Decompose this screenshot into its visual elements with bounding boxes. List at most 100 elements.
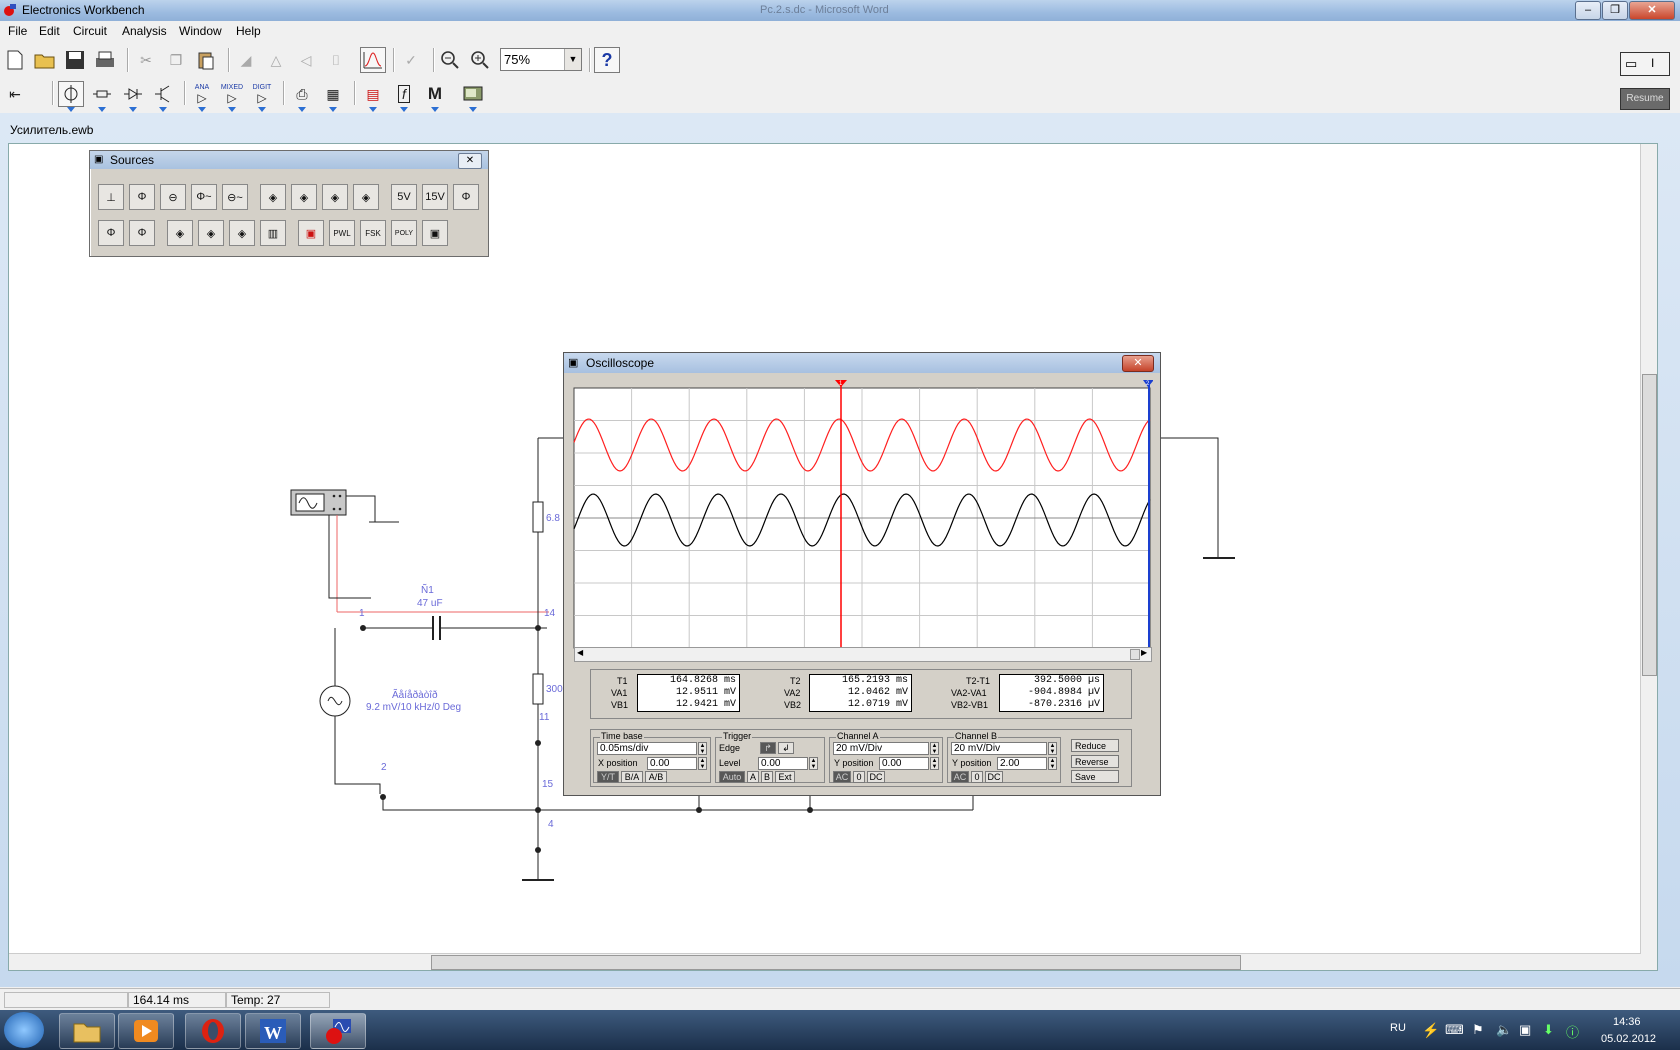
nonlinear-source-icon[interactable]: ▣ [422,220,448,246]
vc-triangle-oscillator-icon[interactable]: ◈ [229,220,255,246]
fsk-source-icon[interactable]: FSK [360,220,386,246]
zoom-out-icon[interactable] [437,47,463,73]
vertical-scrollbar-thumb[interactable] [1642,374,1657,676]
function-generator[interactable] [290,489,347,516]
channel-a-scale-spinner[interactable]: ▲ ▼ [930,742,939,755]
x-position-spinner[interactable]: ▲ ▼ [698,757,707,770]
menu-edit[interactable]: Edit [39,24,60,38]
open-folder-icon[interactable] [32,47,58,73]
flip-vertical-icon[interactable]: △ [263,47,289,73]
ground-icon[interactable]: ⊥ [98,184,124,210]
language-indicator[interactable]: RU [1390,1022,1406,1034]
timebase-spinner[interactable]: ▲ ▼ [698,742,707,755]
clock-source-icon[interactable]: Φ [453,184,479,210]
vertical-scrollbar[interactable] [1640,144,1657,970]
oscilloscope-scrollbar-thumb[interactable] [1130,649,1140,660]
ac-voltage-source-icon[interactable]: Φ~ [191,184,217,210]
channel-a-ac-button[interactable]: AC [833,771,851,783]
instruments-bin-icon[interactable] [460,81,486,107]
close-button[interactable]: ✕ [1629,1,1675,20]
vcvs-icon[interactable]: ◈ [260,184,286,210]
oscilloscope-screen[interactable]: 1 2 [571,379,1153,651]
analog-ics-bin-icon[interactable]: ANA ▷ [189,81,215,107]
trigger-level-spinner[interactable]: ▲ ▼ [809,757,818,770]
oscilloscope-close-button[interactable]: ✕ [1122,355,1154,372]
miscellaneous-bin-icon[interactable]: M [422,81,448,107]
taskbar-media-player[interactable] [118,1013,174,1049]
ac-current-source-icon[interactable]: ⊖~ [222,184,248,210]
menu-file[interactable]: File [8,24,27,38]
zoom-select[interactable]: 75% ▼ [500,48,582,71]
sources-palette-close-button[interactable]: ✕ [458,153,482,169]
copy-icon[interactable]: ❐ [163,47,189,73]
help-button[interactable]: ? [594,47,620,73]
vc-square-oscillator-icon[interactable]: ◈ [198,220,224,246]
scroll-right-icon[interactable]: ▶ [1141,648,1147,657]
controls-bin-icon[interactable]: f [391,81,417,107]
tray-flag-icon[interactable]: ⚑ [1472,1022,1484,1038]
trigger-b-button[interactable]: B [761,771,773,783]
pwl-source-icon[interactable]: PWL [329,220,355,246]
trigger-level-input[interactable]: 0.00 [758,757,808,770]
mixed-ics-bin-icon[interactable]: MIXED ▷ [219,81,245,107]
channel-b-scale-spinner[interactable]: ▲ ▼ [1048,742,1057,755]
tray-lightning-icon[interactable]: ⚡ [1422,1022,1439,1039]
logic-gates-bin-icon[interactable]: ⎙ [289,81,315,107]
basic-bin-icon[interactable] [89,81,115,107]
channel-b-zero-button[interactable]: 0 [971,771,983,783]
horizontal-scrollbar-thumb[interactable] [431,955,1241,970]
chevron-down-icon[interactable]: ▼ [564,49,581,70]
component-properties-icon[interactable]: ⌷ [323,47,349,73]
tray-keyboard-icon[interactable]: ⌨ [1445,1022,1464,1038]
parts-bin-toggle-icon[interactable]: ⇤ [2,81,28,107]
yt-mode-button[interactable]: Y/T [597,771,619,783]
trigger-a-button[interactable]: A [747,771,759,783]
reduce-button[interactable]: Reduce [1071,739,1119,752]
channel-a-scale-select[interactable]: 20 mV/Div [833,742,929,755]
horizontal-scrollbar[interactable] [9,953,1641,970]
dc-current-source-icon[interactable]: ⊖ [160,184,186,210]
digital-bin-icon[interactable]: ▦ [320,81,346,107]
sources-palette-titlebar[interactable]: ▣ Sources ✕ [90,151,488,169]
menu-circuit[interactable]: Circuit [73,24,107,38]
ccvs-icon[interactable]: ◈ [322,184,348,210]
poly-source-icon[interactable]: POLY [391,220,417,246]
transistors-bin-icon[interactable] [150,81,176,107]
channel-a-zero-button[interactable]: 0 [853,771,865,783]
trigger-auto-button[interactable]: Auto [719,771,745,783]
minimize-button[interactable]: – [1575,1,1601,20]
save-data-button[interactable]: Save [1071,770,1119,783]
zoom-in-icon[interactable] [467,47,493,73]
channel-b-dc-button[interactable]: DC [985,771,1003,783]
battery-icon[interactable]: Φ [129,184,155,210]
controlled-one-shot-icon[interactable]: ▥ [260,220,286,246]
menu-window[interactable]: Window [179,24,222,38]
sources-bin-icon[interactable] [58,81,84,107]
save-icon[interactable] [62,47,88,73]
oscilloscope-titlebar[interactable]: ▣ Oscilloscope ✕ [564,353,1160,373]
timebase-select[interactable]: 0.05ms/div [597,742,697,755]
menu-analysis[interactable]: Analysis [122,24,167,38]
cccs-icon[interactable]: ◈ [353,184,379,210]
tray-network-icon[interactable]: ▣ [1519,1022,1531,1038]
reverse-button[interactable]: Reverse [1071,755,1119,768]
new-file-icon[interactable] [2,47,28,73]
scroll-left-icon[interactable]: ◀ [577,648,583,657]
cut-icon[interactable]: ✂ [133,47,159,73]
channel-a-dc-button[interactable]: DC [867,771,885,783]
diodes-bin-icon[interactable] [120,81,146,107]
tray-volume-icon[interactable]: 🔈 [1496,1022,1512,1038]
digital-ics-bin-icon[interactable]: DIGIT ▷ [249,81,275,107]
indicators-bin-icon[interactable]: ▤ [360,81,386,107]
channel-b-ypos-spinner[interactable]: ▲ ▼ [1048,757,1057,770]
resume-button[interactable]: Resume [1620,88,1670,110]
channel-b-scale-select[interactable]: 20 mV/Div [951,742,1047,755]
maximize-button[interactable]: ❐ [1602,1,1628,20]
vc-sine-oscillator-icon[interactable]: ◈ [167,220,193,246]
flip-horizontal-icon[interactable]: ◁ [293,47,319,73]
taskbar-electronics-workbench[interactable] [310,1013,366,1049]
start-button[interactable] [4,1012,44,1048]
tray-info-icon[interactable]: ⓘ [1566,1022,1579,1041]
fm-source-icon[interactable]: Φ [129,220,155,246]
vccs-icon[interactable]: ◈ [291,184,317,210]
